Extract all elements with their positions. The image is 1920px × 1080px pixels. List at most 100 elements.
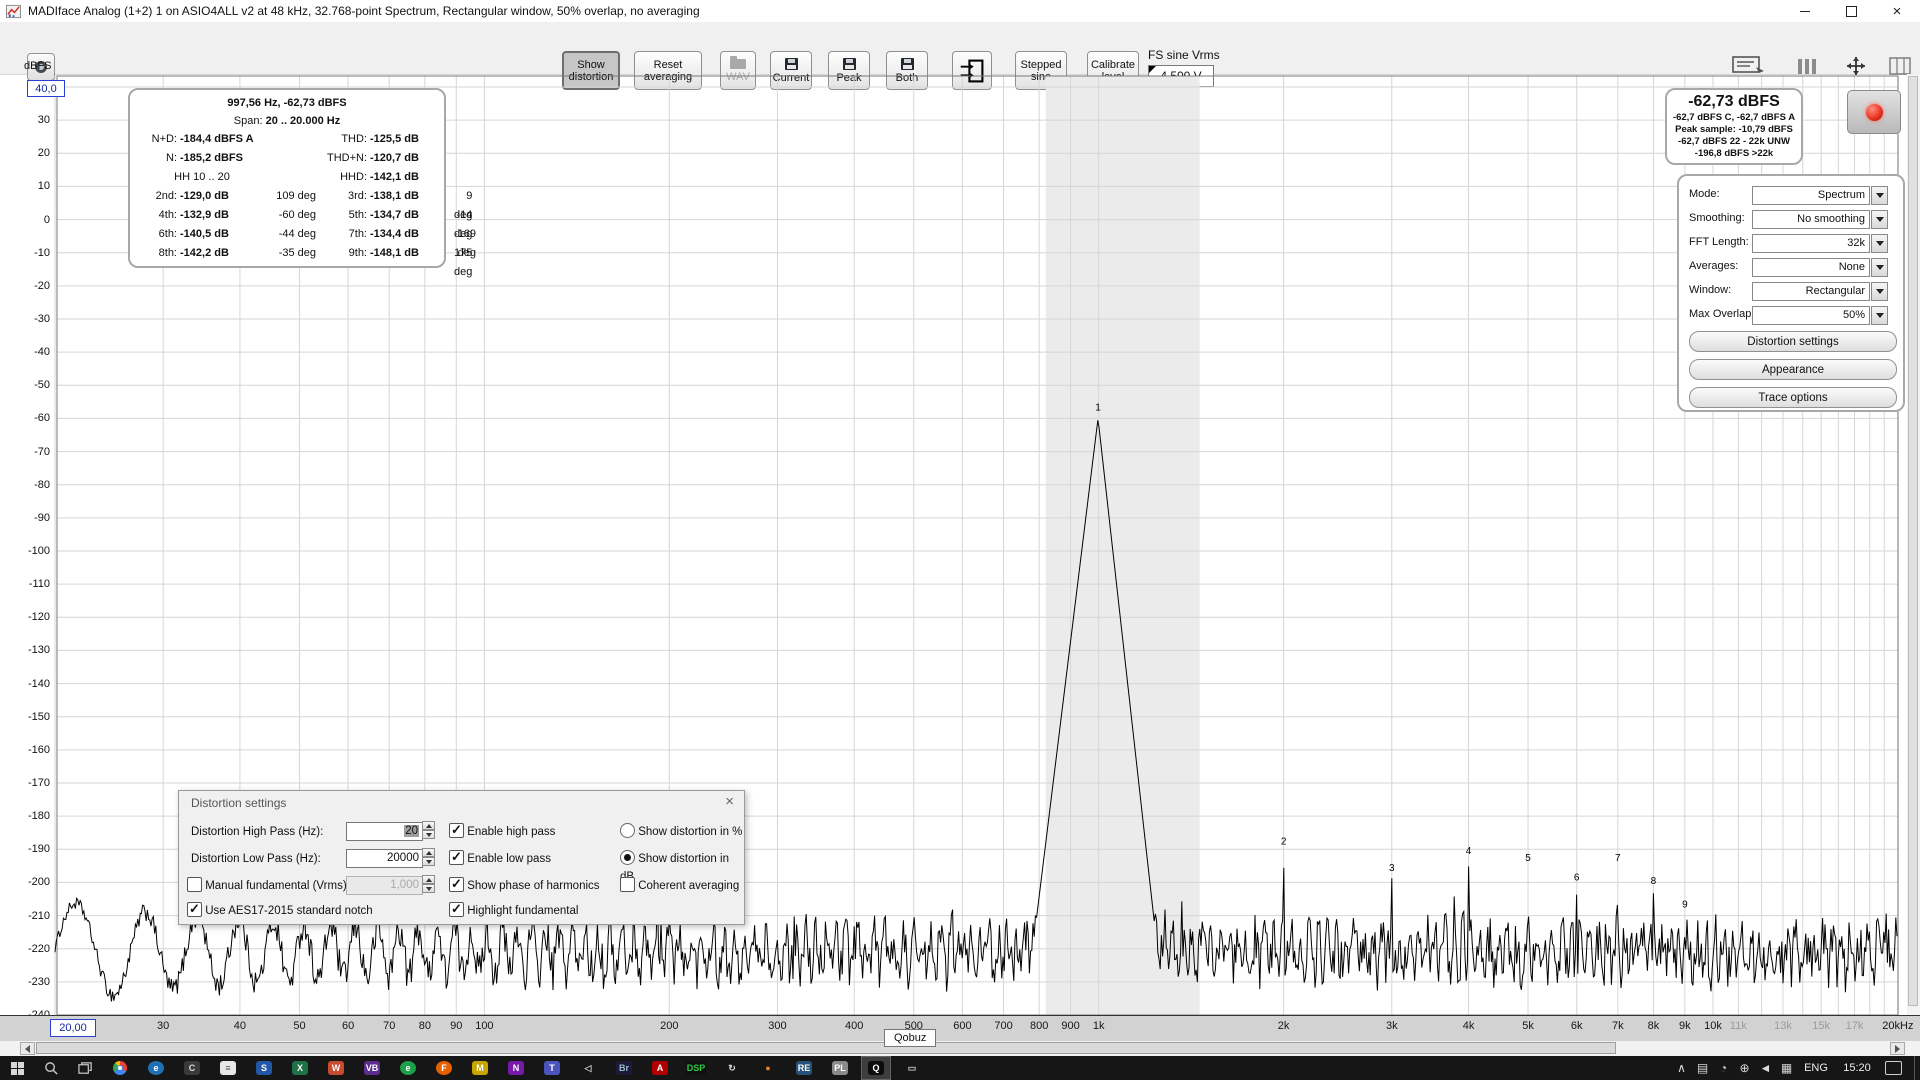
taskbar-app-app-dark[interactable]: C [177, 1056, 207, 1080]
highlight-fundamental-checkbox[interactable]: Highlight fundamental [449, 902, 578, 922]
x-axis: 3040506070809010020030040050060070080090… [0, 1015, 1920, 1042]
record-button[interactable] [1847, 90, 1901, 134]
enable-high-pass-checkbox[interactable]: Enable high pass [449, 823, 555, 843]
notification-center-icon[interactable] [1885, 1061, 1902, 1075]
show-distortion-db-radio[interactable]: Show distortion in dB [620, 850, 744, 870]
show-phase-checkbox[interactable]: Show phase of harmonics [449, 877, 600, 897]
distortion-settings-button[interactable]: Distortion settings [1689, 331, 1897, 352]
dropdown-arrow-icon[interactable] [1871, 306, 1888, 325]
taskbar-app-excel[interactable]: X [285, 1056, 315, 1080]
taskbar-app-display[interactable]: ▭ [897, 1056, 927, 1080]
svg-text:8: 8 [1651, 876, 1657, 887]
vertical-scroll-thumb[interactable] [1908, 76, 1918, 1006]
setting-dropdown-value[interactable]: None [1752, 258, 1870, 277]
start-button[interactable] [0, 1056, 34, 1080]
checkbox-icon[interactable] [187, 877, 202, 892]
show-desktop-button[interactable] [1914, 1056, 1920, 1080]
scroll-right-arrow[interactable] [1890, 1042, 1905, 1055]
setting-dropdown-value[interactable]: Spectrum [1752, 186, 1870, 205]
trace-options-button[interactable]: Trace options [1689, 387, 1897, 408]
taskbar-app-onenote[interactable]: N [501, 1056, 531, 1080]
dialog-close-icon[interactable]: × [725, 793, 734, 810]
enable-low-pass-checkbox[interactable]: Enable low pass [449, 850, 551, 870]
dropdown-arrow-icon[interactable] [1871, 282, 1888, 301]
checkbox-icon[interactable] [449, 877, 464, 892]
task-view-icon [78, 1061, 93, 1076]
taskbar-app-teams[interactable]: T [537, 1056, 567, 1080]
aes17-notch-checkbox[interactable]: Use AES17-2015 standard notch [187, 902, 373, 922]
taskbar-clock[interactable]: 15:20 [1835, 1062, 1879, 1074]
taskbar-app-chrome[interactable] [105, 1056, 135, 1080]
setting-row-averages: Averages:None [1679, 256, 1903, 280]
scroll-left-arrow[interactable] [20, 1042, 35, 1055]
dropdown-arrow-icon[interactable] [1871, 186, 1888, 205]
high-pass-input[interactable]: 20 [346, 822, 423, 841]
taskbar-app-firefox[interactable]: F [429, 1056, 459, 1080]
taskbar-app-edge[interactable]: e [141, 1056, 171, 1080]
taskbar-app-rew[interactable]: RE [789, 1056, 819, 1080]
setting-row-fftlength: FFT Length:32k [1679, 232, 1903, 256]
task-view-button[interactable] [68, 1056, 102, 1080]
dropdown-arrow-icon[interactable] [1871, 210, 1888, 229]
setting-dropdown-value[interactable]: 50% [1752, 306, 1870, 325]
checkbox-icon[interactable] [620, 877, 635, 892]
radio-icon[interactable] [620, 823, 635, 838]
low-pass-spinner[interactable] [422, 848, 435, 867]
x-tick-label: 4k [1463, 1020, 1475, 1032]
setting-label: Smoothing: [1689, 212, 1745, 224]
checkbox-icon[interactable] [449, 902, 464, 917]
taskbar-app-pl[interactable]: PL [825, 1056, 855, 1080]
taskbar-app-speaker[interactable]: ◁ [573, 1056, 603, 1080]
taskbar-app-e-green[interactable]: e [393, 1056, 423, 1080]
setting-dropdown-value[interactable]: No smoothing [1752, 210, 1870, 229]
taskbar-app-orange-app[interactable]: ● [753, 1056, 783, 1080]
taskbar-app-update[interactable]: ↻ [717, 1056, 747, 1080]
x-tick-label: 90 [450, 1020, 462, 1032]
y-axis-max-field[interactable]: 40,0 [27, 80, 65, 97]
horizontal-scrollbar[interactable] [0, 1041, 1920, 1056]
x-tick-label: 50 [293, 1020, 305, 1032]
low-pass-input[interactable]: 20000 [346, 849, 423, 868]
x-tick-label: 80 [419, 1020, 431, 1032]
setting-dropdown-value[interactable]: Rectangular [1752, 282, 1870, 301]
tray-icon-3[interactable]: ⊕ [1734, 1061, 1755, 1075]
dropdown-arrow-icon[interactable] [1871, 258, 1888, 277]
manual-fundamental-checkbox[interactable]: Manual fundamental (Vrms) [187, 877, 347, 897]
checkbox-icon[interactable] [187, 902, 202, 917]
setting-dropdown-value[interactable]: 32k [1752, 234, 1870, 253]
checkbox-icon[interactable] [449, 850, 464, 865]
x-tick-label: 20kHz [1882, 1020, 1913, 1032]
taskbar-app-save-tool[interactable]: S [249, 1056, 279, 1080]
appearance-button[interactable]: Appearance [1689, 359, 1897, 380]
firefox-icon: F [436, 1061, 452, 1075]
y-tick-label: -20 [4, 280, 50, 292]
dropdown-arrow-icon[interactable] [1871, 234, 1888, 253]
taskbar-app-dsp[interactable]: DSP [681, 1056, 711, 1080]
checkbox-icon[interactable] [449, 823, 464, 838]
radio-icon[interactable] [620, 850, 635, 865]
taskbar-app-writer[interactable]: W [321, 1056, 351, 1080]
horizontal-scroll-thumb[interactable] [36, 1042, 1616, 1054]
tray-icon-4[interactable]: ◄ [1755, 1061, 1776, 1075]
taskbar-app-media[interactable]: M [465, 1056, 495, 1080]
taskbar-search-button[interactable] [34, 1056, 68, 1080]
taskbar-app-vb[interactable]: VB [357, 1056, 387, 1080]
x-axis-min-field[interactable]: 20,00 [50, 1019, 96, 1037]
svg-text:5: 5 [1525, 853, 1531, 864]
vertical-scrollbar[interactable] [1907, 74, 1920, 1015]
coherent-averaging-checkbox[interactable]: Coherent averaging [620, 877, 739, 897]
tray-icon-0[interactable]: ∧ [1671, 1061, 1692, 1075]
taskbar-app-adobe[interactable]: A [645, 1056, 675, 1080]
language-indicator[interactable]: ENG [1797, 1062, 1835, 1074]
y-tick-label: 10 [4, 180, 50, 192]
tray-icon-2[interactable]: ◔ [1713, 1061, 1734, 1075]
taskbar-app-notepad[interactable]: ≡ [213, 1056, 243, 1080]
display-icon: ▭ [904, 1061, 920, 1075]
show-distortion-pct-radio[interactable]: Show distortion in % [620, 823, 742, 843]
taskbar-app-qobuz[interactable]: Q [861, 1056, 891, 1080]
high-pass-spinner[interactable] [422, 821, 435, 840]
tray-icon-1[interactable]: ▤ [1692, 1061, 1713, 1075]
tray-icon-5[interactable]: ▦ [1776, 1061, 1797, 1075]
taskbar-app-bridge[interactable]: Br [609, 1056, 639, 1080]
x-tick-label: 2k [1278, 1020, 1290, 1032]
